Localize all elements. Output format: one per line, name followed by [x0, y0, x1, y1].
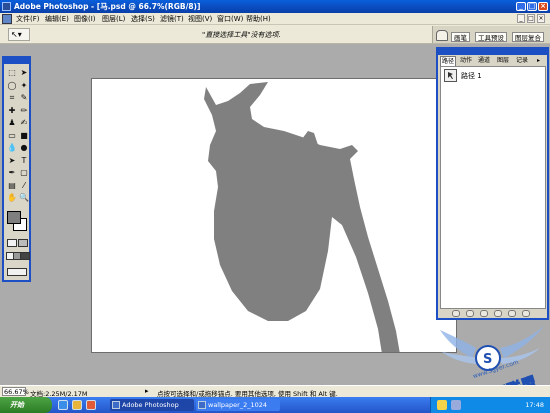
zoom-icon[interactable]: 🔍 — [19, 193, 29, 203]
load-selection-icon[interactable] — [480, 310, 488, 317]
make-workpath-icon[interactable] — [494, 310, 502, 317]
menu-select[interactable]: 选择(S) — [131, 13, 155, 25]
panel-menu-icon[interactable]: ▸ — [536, 56, 541, 66]
task-label: Adobe Photoshop — [122, 401, 179, 409]
slice-icon[interactable]: ✎ — [19, 93, 29, 103]
healing-icon[interactable]: ✚ — [7, 106, 17, 116]
shape-icon[interactable]: ▢ — [19, 168, 29, 178]
maximize-button[interactable]: □ — [527, 2, 537, 11]
panel-header[interactable] — [438, 49, 547, 55]
menu-bar: 文件(F) 编辑(E) 图像(I) 图层(L) 选择(S) 滤镜(T) 视图(V… — [0, 13, 550, 25]
tray-icon-2[interactable] — [451, 400, 461, 410]
stroke-path-icon[interactable] — [466, 310, 474, 317]
brush-icon[interactable]: ✏ — [19, 106, 29, 116]
gradient-icon[interactable]: ■ — [19, 131, 29, 141]
doc-minimize-button[interactable]: _ — [517, 14, 525, 23]
close-button[interactable]: × — [538, 2, 548, 11]
quick-mask-icon[interactable] — [18, 239, 28, 247]
palette-well: 画笔 工具预设 图层复合 — [432, 26, 550, 43]
lasso-icon[interactable]: ◯ — [7, 81, 17, 91]
tab-paths[interactable]: 路径 — [440, 56, 457, 66]
photoshop-task-icon — [112, 401, 120, 409]
status-bar: 66.67% 文档:2.25M/2.17M ▸ 点按可选择和/或拖移锚点. 要用… — [0, 385, 550, 398]
tab-history[interactable]: 记录 — [515, 56, 529, 66]
panel-tabs: 路径 动作 通道 图层 记录 ▸ — [440, 56, 546, 66]
pen-icon[interactable]: ✒ — [7, 168, 17, 178]
document-canvas[interactable] — [91, 78, 457, 353]
media-icon[interactable] — [86, 400, 96, 410]
path-select-icon[interactable]: ➤ — [7, 156, 17, 166]
magic-wand-icon[interactable]: ✦ — [19, 81, 29, 91]
notes-icon[interactable]: ▤ — [7, 181, 17, 191]
start-button[interactable]: 开始 — [0, 397, 52, 413]
options-bar: ↖▾ "直接选择工具"没有选项. 画笔 工具预设 图层复合 — [0, 25, 550, 44]
well-tab-tool-presets[interactable]: 工具预设 — [475, 32, 507, 42]
menu-image[interactable]: 图像(I) — [74, 13, 96, 25]
status-arrow-icon[interactable]: ▸ — [145, 387, 149, 395]
menu-file[interactable]: 文件(F) — [16, 13, 40, 25]
eraser-icon[interactable]: ▭ — [7, 131, 17, 141]
horse-shape — [204, 82, 400, 352]
clock: 17:48 — [525, 401, 544, 409]
well-tab-layer-comps[interactable]: 图层复合 — [512, 32, 544, 42]
ie-icon[interactable] — [58, 400, 68, 410]
delete-path-icon[interactable] — [522, 310, 530, 317]
zoom-field[interactable]: 66.67% — [2, 387, 29, 396]
panel-footer — [440, 310, 546, 318]
marquee-icon[interactable]: ⬚ — [7, 68, 17, 78]
tray-icon-1[interactable] — [437, 400, 447, 410]
menu-layer[interactable]: 图层(L) — [102, 13, 125, 25]
menu-help[interactable]: 帮助(H) — [246, 13, 271, 25]
image-task-icon — [198, 401, 206, 409]
path-name: 路径 1 — [461, 72, 482, 80]
foreground-color-swatch[interactable] — [7, 211, 21, 224]
standard-mode-icon[interactable] — [7, 239, 17, 247]
well-tab-brushes[interactable]: 画笔 — [451, 32, 470, 42]
dodge-icon[interactable]: ● — [19, 143, 29, 153]
eyedropper-icon[interactable]: ⁄ — [19, 181, 29, 191]
history-brush-icon[interactable]: ✍ — [19, 118, 29, 128]
task-label: wallpaper_2_1024 — [208, 401, 267, 409]
tab-layers[interactable]: 图层 — [496, 56, 510, 66]
hand-icon[interactable]: ✋ — [7, 193, 17, 203]
file-browser-icon[interactable] — [436, 30, 448, 41]
new-path-icon[interactable] — [508, 310, 516, 317]
blur-icon[interactable]: 💧 — [7, 143, 17, 153]
fill-path-icon[interactable] — [452, 310, 460, 317]
options-hint: "直接选择工具"没有选项. — [202, 31, 281, 39]
menu-filter[interactable]: 滤镜(T) — [160, 13, 184, 25]
stamp-icon[interactable]: ♟ — [7, 118, 17, 128]
path-thumbnail-icon — [444, 69, 457, 82]
menu-edit[interactable]: 编辑(E) — [45, 13, 69, 25]
title-bar: Adobe Photoshop - [马.psd @ 66.7%(RGB/8)]… — [0, 0, 550, 13]
minimize-button[interactable]: _ — [516, 2, 526, 11]
task-photoshop[interactable]: Adobe Photoshop — [110, 399, 194, 411]
paths-list: 路径 1 — [440, 66, 546, 309]
crop-icon[interactable]: ⌗ — [7, 93, 17, 103]
list-item[interactable]: 路径 1 — [442, 68, 544, 83]
doc-restore-button[interactable]: □ — [527, 14, 535, 23]
jump-to-imageready-icon[interactable] — [7, 268, 27, 276]
paths-panel: 路径 动作 通道 图层 记录 ▸ 路径 1 — [436, 47, 549, 320]
document-icon[interactable] — [2, 14, 12, 24]
window-title: Adobe Photoshop - [马.psd @ 66.7%(RGB/8)] — [14, 2, 201, 11]
move-icon[interactable]: ➤ — [19, 68, 29, 78]
menu-view[interactable]: 视图(V) — [188, 13, 212, 25]
system-tray: 17:48 — [430, 397, 550, 413]
menu-window[interactable]: 窗口(W) — [217, 13, 243, 25]
taskbar: 开始 Adobe Photoshop wallpaper_2_1024 17:4… — [0, 397, 550, 413]
tab-channels[interactable]: 通道 — [477, 56, 491, 66]
toolbox: ⬚ ➤ ◯ ✦ ⌗ ✎ ✚ ✏ ♟ ✍ ▭ ■ 💧 ● ➤ T ✒ ▢ ▤ ⁄ ✋ 🔍 — [2, 56, 31, 282]
horse-silhouette — [204, 82, 400, 352]
toolbox-header[interactable] — [4, 58, 29, 64]
folder-icon[interactable] — [72, 400, 82, 410]
type-icon[interactable]: T — [19, 156, 29, 166]
photoshop-app-icon — [2, 2, 11, 11]
screen-mode-full-icon[interactable] — [20, 252, 30, 260]
svg-text:S: S — [483, 352, 492, 367]
tab-actions[interactable]: 动作 — [459, 56, 473, 66]
doc-close-button[interactable]: × — [537, 14, 545, 23]
task-wallpaper[interactable]: wallpaper_2_1024 — [196, 399, 280, 411]
arrow-pointer-icon[interactable]: ↖▾ — [8, 28, 30, 41]
